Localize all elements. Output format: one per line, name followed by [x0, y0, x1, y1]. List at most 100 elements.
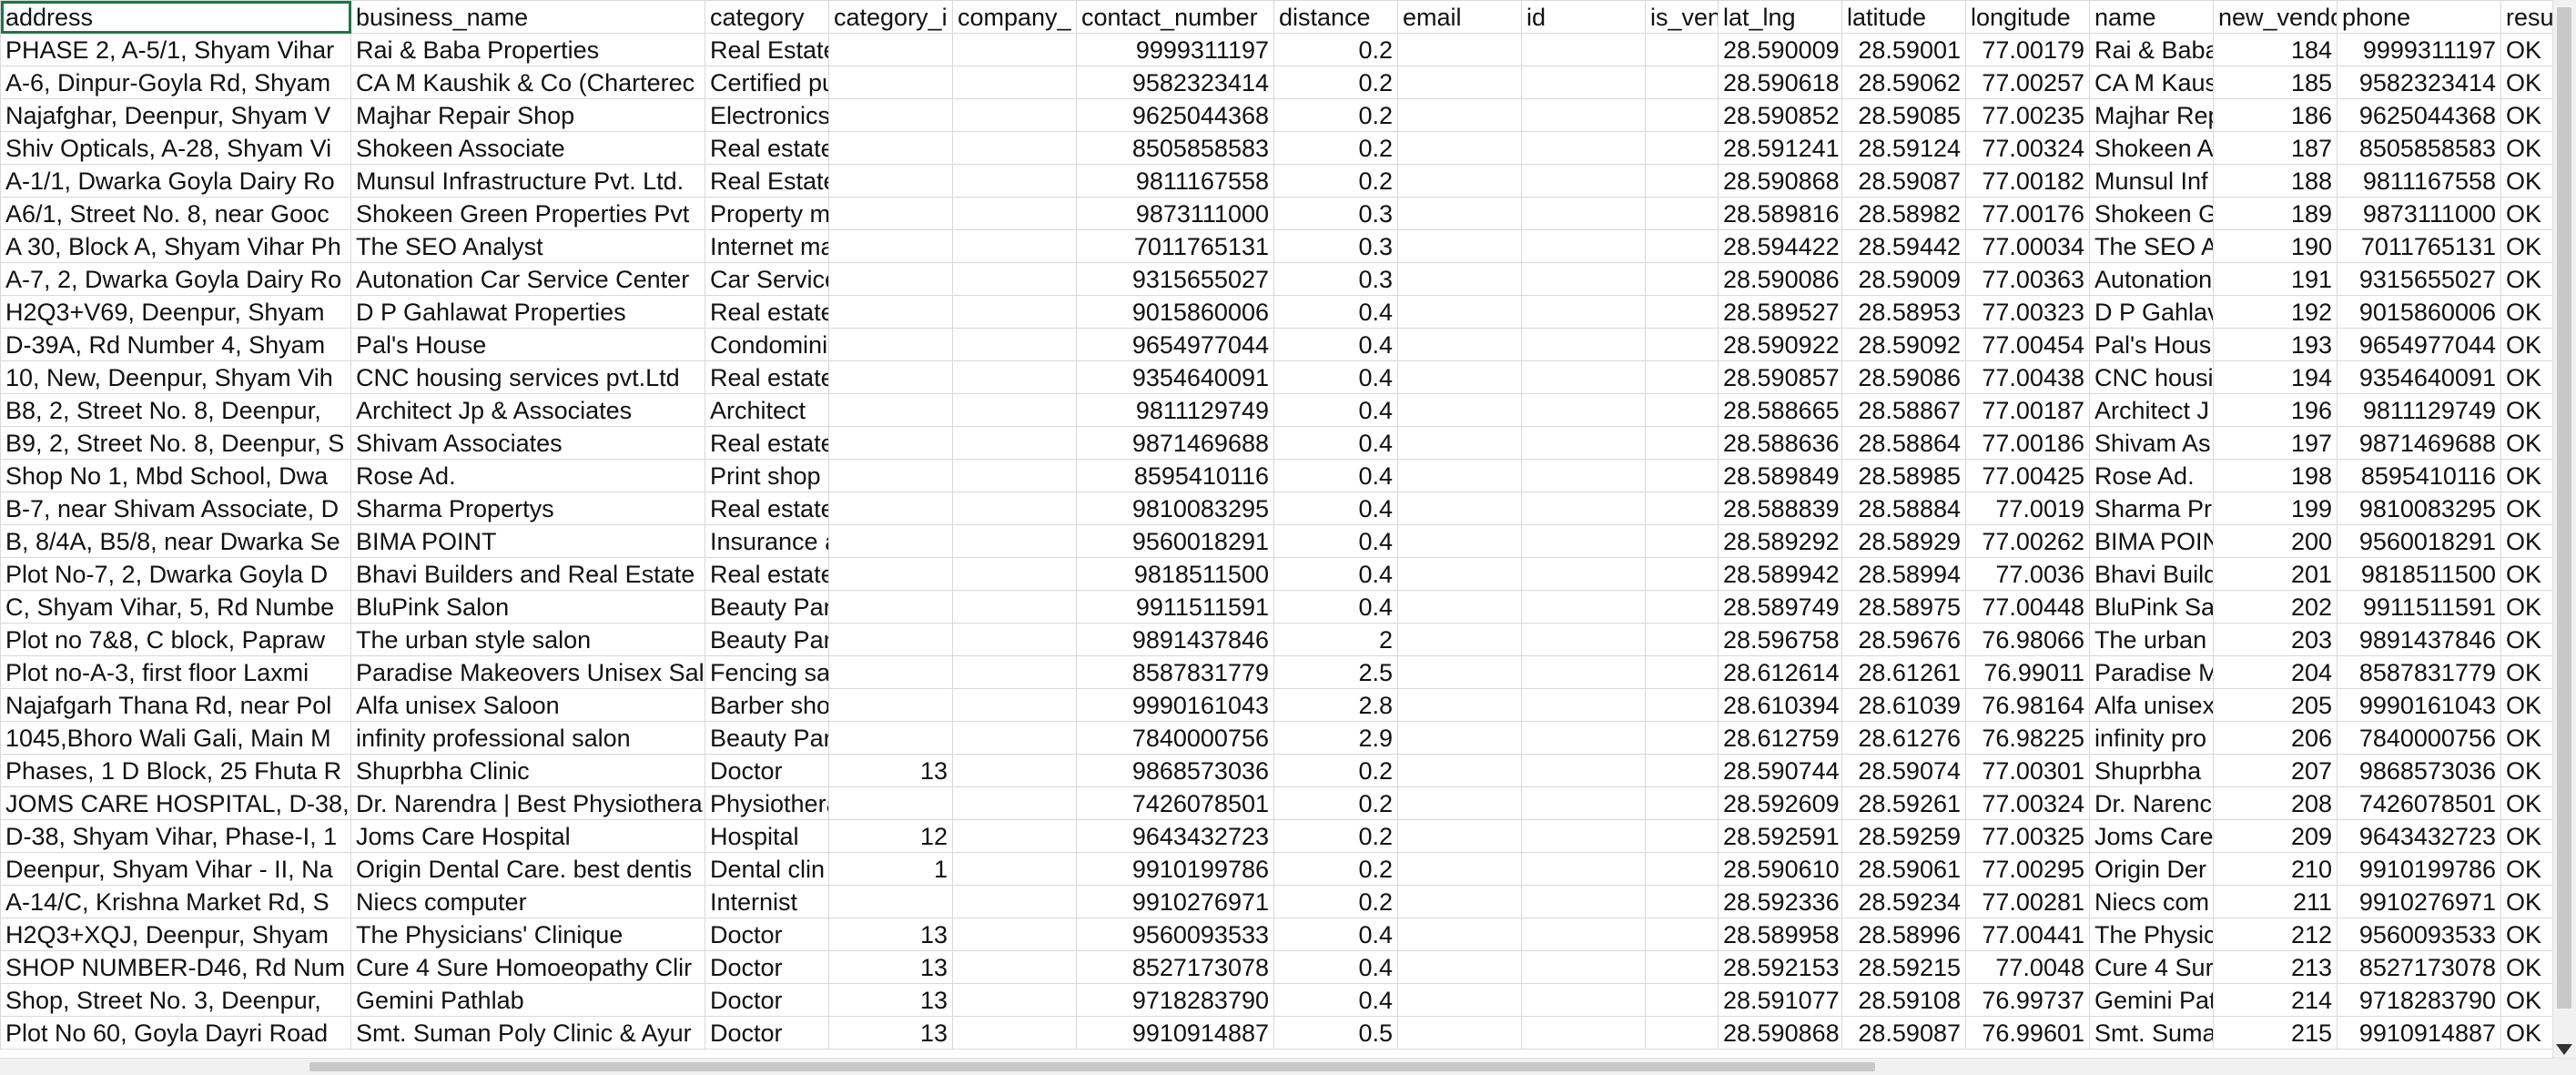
cell-category[interactable]: Insurance agency: [705, 524, 829, 558]
cell-longitude[interactable]: 76.98164: [1965, 688, 2090, 722]
cell-address[interactable]: H2Q3+XQJ, Deenpur, Shyam: [0, 918, 351, 951]
cell-name[interactable]: Paradise M: [2089, 655, 2214, 689]
cell-resu[interactable]: OK: [2500, 983, 2553, 1017]
cell-name[interactable]: Sharma Pr: [2089, 492, 2214, 525]
cell-address[interactable]: A-7, 2, Dwarka Goyla Dairy Ro: [0, 262, 351, 296]
cell-email[interactable]: [1397, 393, 1522, 427]
cell-category-i[interactable]: [828, 66, 953, 99]
cell-category[interactable]: Internist: [705, 885, 829, 918]
cell-business-name[interactable]: Architect Jp & Associates: [350, 393, 705, 427]
cell-email[interactable]: [1397, 295, 1522, 329]
cell-phone[interactable]: 9654977044: [2337, 328, 2501, 361]
cell-address[interactable]: Plot No-7, 2, Dwarka Goyla D: [0, 557, 351, 591]
cell-category[interactable]: Real estate agency: [705, 492, 829, 525]
cell-email[interactable]: [1397, 131, 1522, 165]
cell-company-[interactable]: [952, 623, 1077, 656]
cell-business-name[interactable]: Shokeen Green Properties Pvt: [350, 197, 705, 230]
cell-business-name[interactable]: Smt. Suman Poly Clinic & Ayur: [350, 1016, 705, 1050]
cell-name[interactable]: Origin Der: [2089, 852, 2214, 886]
cell-name[interactable]: The Physic: [2089, 918, 2214, 951]
cell-is-ven[interactable]: [1645, 459, 1719, 492]
cell-address[interactable]: B-7, near Shivam Associate, D: [0, 492, 351, 525]
cell-address[interactable]: JOMS CARE HOSPITAL, D-38,: [0, 786, 351, 820]
cell-is-ven[interactable]: [1645, 655, 1719, 689]
cell-new-vendo[interactable]: 193: [2213, 328, 2338, 361]
cell-category-i[interactable]: 13: [828, 754, 953, 787]
cell-latitude[interactable]: 28.59001: [1841, 33, 1966, 66]
cell-name[interactable]: CNC housi: [2089, 360, 2214, 394]
cell-category[interactable]: Property management company: [705, 197, 829, 230]
cell-latitude[interactable]: 28.58884: [1841, 492, 1966, 525]
cell-id[interactable]: [1521, 426, 1646, 460]
cell-latitude[interactable]: 28.58996: [1841, 918, 1966, 951]
cell-email[interactable]: [1397, 426, 1522, 460]
cell-category-i[interactable]: [828, 885, 953, 918]
cell-resu[interactable]: OK: [2500, 98, 2553, 132]
cell-new-vendo[interactable]: 186: [2213, 98, 2338, 132]
cell-contact-number[interactable]: 9910276971: [1076, 885, 1274, 918]
cell-id[interactable]: [1521, 983, 1646, 1017]
cell-new-vendo[interactable]: 213: [2213, 950, 2338, 984]
cell-new-vendo[interactable]: 197: [2213, 426, 2338, 460]
cell-contact-number[interactable]: 9354640091: [1076, 360, 1274, 394]
cell-phone[interactable]: 9999311197: [2337, 33, 2501, 66]
cell-lat-lng[interactable]: 28.589749: [1718, 590, 1842, 624]
cell-name[interactable]: Shokeen A: [2089, 131, 2214, 165]
cell-category-i[interactable]: [828, 655, 953, 689]
cell-category[interactable]: Real estate consultant: [705, 557, 829, 591]
cell-contact-number[interactable]: 7011765131: [1076, 229, 1274, 263]
cell-longitude[interactable]: 77.00325: [1965, 819, 2090, 853]
cell-latitude[interactable]: 28.59676: [1841, 623, 1966, 656]
cell-is-ven[interactable]: [1645, 524, 1719, 558]
cell-business-name[interactable]: Rose Ad.: [350, 459, 705, 492]
cell-company-[interactable]: [952, 688, 1077, 722]
cell-business-name[interactable]: Pal's House: [350, 328, 705, 361]
cell-category-i[interactable]: 13: [828, 950, 953, 984]
cell-contact-number[interactable]: 9811129749: [1076, 393, 1274, 427]
cell-longitude[interactable]: 77.00363: [1965, 262, 2090, 296]
cell-contact-number[interactable]: 9911511591: [1076, 590, 1274, 624]
cell-address[interactable]: A-6, Dinpur-Goyla Rd, Shyam: [0, 66, 351, 99]
cell-latitude[interactable]: 28.59124: [1841, 131, 1966, 165]
cell-email[interactable]: [1397, 623, 1522, 656]
cell-phone[interactable]: 9560093533: [2337, 918, 2501, 951]
cell-latitude[interactable]: 28.59234: [1841, 885, 1966, 918]
cell-company-[interactable]: [952, 655, 1077, 689]
cell-resu[interactable]: OK: [2500, 754, 2553, 787]
cell-company-[interactable]: [952, 66, 1077, 99]
cell-latitude[interactable]: 28.58929: [1841, 524, 1966, 558]
cell-category-i[interactable]: [828, 229, 953, 263]
cell-contact-number[interactable]: 9654977044: [1076, 328, 1274, 361]
cell-id[interactable]: [1521, 164, 1646, 198]
cell-new-vendo[interactable]: 204: [2213, 655, 2338, 689]
cell-category[interactable]: Architect: [705, 393, 829, 427]
cell-business-name[interactable]: Munsul Infrastructure Pvt. Ltd.: [350, 164, 705, 198]
cell-company-[interactable]: [952, 590, 1077, 624]
cell-longitude[interactable]: 77.0019: [1965, 492, 2090, 525]
cell-is-ven[interactable]: [1645, 33, 1719, 66]
cell-email[interactable]: [1397, 1016, 1522, 1050]
cell-distance[interactable]: 0.3: [1273, 262, 1398, 296]
cell-contact-number[interactable]: 9718283790: [1076, 983, 1274, 1017]
cell-lat-lng[interactable]: 28.590744: [1718, 754, 1842, 787]
cell-phone[interactable]: 9354640091: [2337, 360, 2501, 394]
cell-is-ven[interactable]: [1645, 66, 1719, 99]
cell-phone[interactable]: 7840000756: [2337, 721, 2501, 755]
cell-id[interactable]: [1521, 721, 1646, 755]
cell-longitude[interactable]: 77.00182: [1965, 164, 2090, 198]
cell-name[interactable]: D P Gahlav: [2089, 295, 2214, 329]
cell-lat-lng[interactable]: 28.596758: [1718, 623, 1842, 656]
cell-lat-lng[interactable]: 28.591241: [1718, 131, 1842, 165]
cell-category[interactable]: Doctor: [705, 1016, 829, 1050]
cell-id[interactable]: [1521, 360, 1646, 394]
cell-distance[interactable]: 0.4: [1273, 459, 1398, 492]
cell-phone[interactable]: 7426078501: [2337, 786, 2501, 820]
cell-distance[interactable]: 0.2: [1273, 164, 1398, 198]
cell-category-i[interactable]: [828, 688, 953, 722]
cell-lat-lng[interactable]: 28.589958: [1718, 918, 1842, 951]
cell-category[interactable]: Doctor: [705, 918, 829, 951]
cell-new-vendo[interactable]: 189: [2213, 197, 2338, 230]
cell-id[interactable]: [1521, 786, 1646, 820]
cell-email[interactable]: [1397, 360, 1522, 394]
cell-distance[interactable]: 0.4: [1273, 524, 1398, 558]
